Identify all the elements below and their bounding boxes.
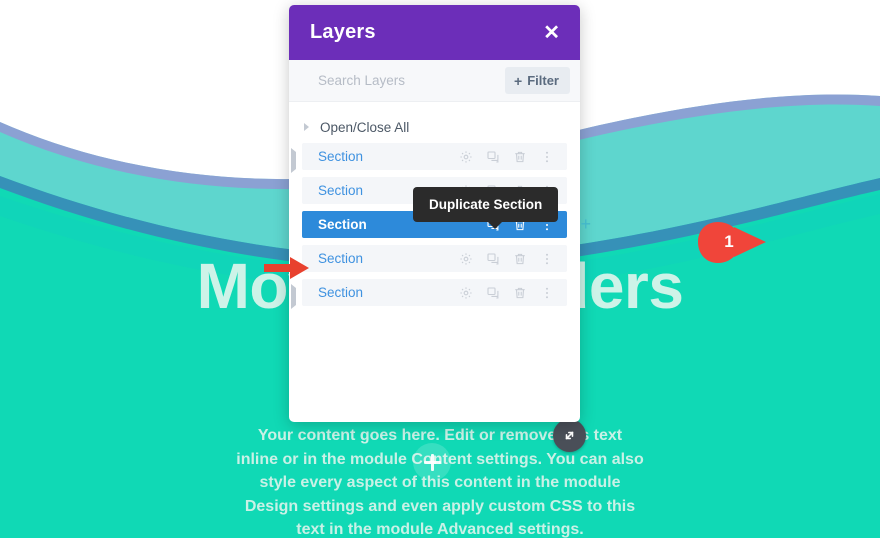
chevron-right-icon [291,148,296,173]
chevron-placeholder-icon [291,182,296,207]
trash-icon[interactable] [513,286,527,300]
layer-row-expander [291,186,296,204]
layers-panel: Layers ✕ Search Layers + Filter Open/Clo… [289,5,766,422]
layer-row-actions [459,286,554,300]
layers-list: Section Section Section + Section Section [289,143,591,309]
chevron-right-icon [304,123,309,131]
trash-icon[interactable] [513,252,527,266]
layer-row[interactable]: Section [291,279,567,309]
layer-row-actions [459,252,554,266]
layer-row-label: Section [318,285,364,300]
duplicate-icon[interactable] [486,286,500,300]
red-pointer-arrow [264,257,309,279]
resize-diagonal-icon [565,431,574,440]
screenshot-stage: Moving Dividers Your content goes here. … [0,0,880,538]
more-options-icon[interactable] [540,252,554,266]
layer-row-label: Section [318,149,364,164]
layer-row-expander[interactable] [291,284,296,309]
duplicate-icon[interactable] [486,150,500,164]
plus-icon-vertical [430,453,434,471]
add-module-button[interactable] [413,443,451,481]
layers-search-bar: Search Layers + Filter [289,60,580,102]
settings-gear-icon[interactable] [459,286,473,300]
search-input[interactable]: Search Layers [318,73,405,88]
plus-icon: + [514,72,523,89]
layer-row-label: Section [318,251,364,266]
layers-panel-header: Layers ✕ [289,5,580,60]
filter-button-label: Filter [527,73,559,88]
filter-button[interactable]: + Filter [505,67,570,94]
more-options-icon[interactable] [540,286,554,300]
tooltip-duplicate-section: Duplicate Section [413,187,559,229]
more-options-icon[interactable] [540,150,554,164]
layer-row-expander [291,220,296,238]
layer-row-expander[interactable] [291,148,296,173]
layer-row-actions [459,150,554,164]
duplicate-icon[interactable] [486,252,500,266]
settings-gear-icon[interactable] [459,252,473,266]
trash-icon[interactable] [513,150,527,164]
layer-row[interactable]: Section [291,143,567,173]
open-close-all-toggle[interactable]: Open/Close All [289,111,580,143]
chevron-placeholder-icon [291,216,296,241]
chevron-right-icon [291,284,296,309]
step-marker-1: 1 [696,220,768,265]
layer-row[interactable]: Section [302,245,567,272]
add-section-button[interactable]: + [580,215,591,233]
settings-gear-icon[interactable] [459,150,473,164]
step-number-label: 1 [724,232,734,251]
close-icon[interactable]: ✕ [543,23,560,43]
open-close-all-label: Open/Close All [320,119,410,135]
tooltip-label: Duplicate Section [429,197,543,212]
layers-panel-title: Layers [310,21,376,43]
resize-panel-button[interactable] [553,419,586,452]
